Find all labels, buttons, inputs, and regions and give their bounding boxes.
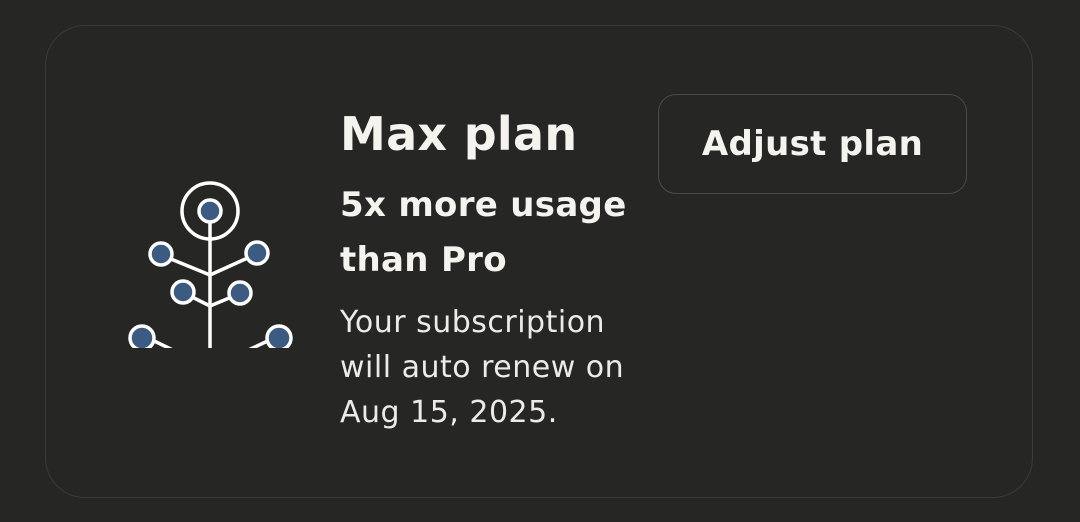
plan-card: Max plan 5x more usage than Pro Your sub… <box>45 25 1033 498</box>
adjust-plan-button[interactable]: Adjust plan <box>658 94 967 194</box>
growth-tree-icon <box>128 181 293 348</box>
plan-tagline: 5x more usage than Pro <box>340 185 627 280</box>
renewal-text: Your subscription will auto renew on Aug… <box>340 305 625 430</box>
plan-title: Max plan <box>340 107 578 161</box>
plan-info: Max plan 5x more usage than Pro Your sub… <box>340 106 660 435</box>
